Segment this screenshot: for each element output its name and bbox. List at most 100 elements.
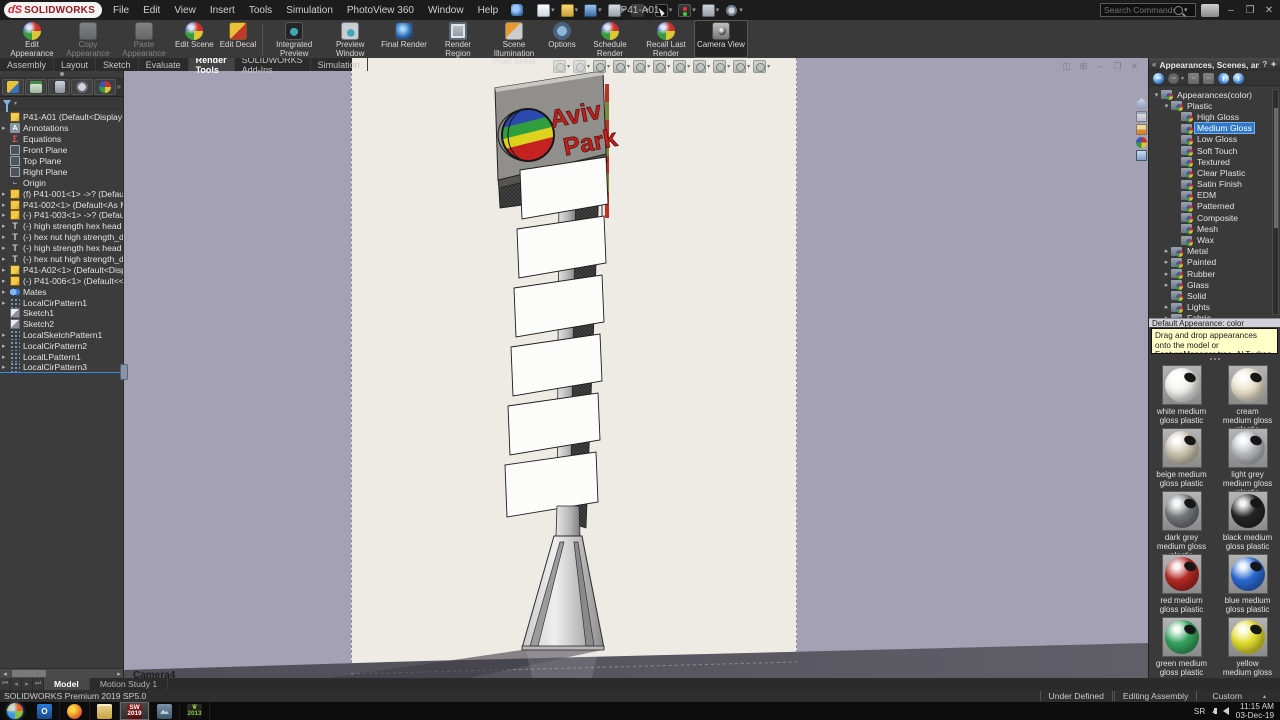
filter-icon[interactable] <box>3 100 11 106</box>
feature-tree-item[interactable]: ▸ Right Plane <box>0 166 123 177</box>
taskbar-app-2013[interactable]: ❦2013 <box>180 702 210 720</box>
feature-tree-item[interactable]: ▸ Mates <box>0 286 123 297</box>
menu-item[interactable]: View <box>167 5 203 16</box>
ribbon-button[interactable]: Scene Illumination Proof Sheet <box>486 20 542 58</box>
expand-arrow-icon[interactable] <box>1162 247 1171 255</box>
feature-tree-item[interactable]: ▸ Sketch1 <box>0 308 123 319</box>
viewport-window-button[interactable]: ◫ <box>1061 61 1072 72</box>
scroll-left-icon[interactable]: ◂ <box>0 670 10 678</box>
viewport-window-button[interactable]: ✕ <box>1129 61 1140 72</box>
graphics-viewport[interactable]: Aviv Park ▾▾▾▾▾▾▾▾▾▾▾ ◫⊞–❐✕ <box>124 58 1148 678</box>
ribbon-button[interactable]: Paste Appearance <box>116 20 172 58</box>
feature-tree-item[interactable]: ▸ LocalCirPattern2 <box>0 341 123 352</box>
search-dropdown-icon[interactable]: ▾ <box>1184 6 1188 14</box>
units-caret-icon[interactable]: ▴ <box>1263 693 1266 700</box>
model-tab[interactable]: Motion Study 1 <box>90 678 168 690</box>
taskbar-app-solidworks[interactable]: SW2019 <box>120 702 150 720</box>
menu-item[interactable]: Help <box>471 5 506 16</box>
appearance-tree-item[interactable]: Patterned <box>1149 201 1280 212</box>
ribbon-button[interactable]: Camera View <box>694 20 748 58</box>
panel-tabs-overflow-icon[interactable]: » <box>117 82 121 91</box>
taskbar-app-photos[interactable] <box>150 702 180 720</box>
search-commands-box[interactable]: ▾ <box>1100 3 1196 17</box>
appearance-tree-item[interactable]: Plastic <box>1149 100 1280 111</box>
feature-tree-item[interactable]: ▸ (-) hex nut high strength_din<268> ( <box>0 232 123 243</box>
expand-arrow-icon[interactable]: ▸ <box>2 288 10 296</box>
expand-arrow-icon[interactable]: ▸ <box>2 255 10 263</box>
ribbon-button[interactable]: Edit Decal <box>217 20 259 58</box>
model-tab[interactable]: Model <box>44 678 90 690</box>
appearance-swatch[interactable]: black medium gloss plastic <box>1222 491 1274 551</box>
expand-arrow-icon[interactable] <box>1162 281 1171 289</box>
up-level-icon[interactable] <box>1233 73 1244 84</box>
tab-scroll-left-icon[interactable]: ◂ <box>11 678 22 690</box>
hud-tool[interactable]: ▾ <box>633 60 650 73</box>
menu-item[interactable]: Tools <box>242 5 279 16</box>
expand-arrow-icon[interactable]: ▸ <box>2 244 10 252</box>
filter-dropdown-icon[interactable]: ▾ <box>14 100 17 107</box>
viewport-window-button[interactable]: – <box>1095 61 1106 72</box>
volume-icon[interactable] <box>1223 707 1229 715</box>
ribbon-button[interactable]: Preview Window <box>322 20 378 58</box>
expand-arrow-icon[interactable] <box>1162 270 1171 278</box>
tab-display-manager[interactable] <box>94 79 116 95</box>
command-tab[interactable]: Evaluate <box>139 58 189 71</box>
feature-tree-item[interactable]: ▸ LocalCirPattern1 <box>0 297 123 308</box>
appearance-swatch[interactable]: blue medium gloss plastic <box>1222 554 1274 614</box>
expand-arrow-icon[interactable]: ▸ <box>2 266 10 274</box>
expand-arrow-icon[interactable]: ▸ <box>2 124 10 132</box>
menu-item[interactable]: PhotoView 360 <box>340 5 421 16</box>
tab-property-manager[interactable] <box>25 79 47 95</box>
quick-access-button[interactable]: ▾ <box>535 2 557 18</box>
menu-item[interactable]: Insert <box>203 5 242 16</box>
tab-feature-manager[interactable] <box>2 79 24 95</box>
expand-arrow-icon[interactable]: ▸ <box>2 299 10 307</box>
viewport-window-button[interactable]: ⊞ <box>1078 61 1089 72</box>
hud-tool[interactable]: ▾ <box>573 60 590 73</box>
expand-arrow-icon[interactable] <box>1162 314 1171 318</box>
hud-tool[interactable]: ▾ <box>553 60 570 73</box>
feature-tree-item[interactable]: ▸ Annotations <box>0 123 123 134</box>
base-pedestal[interactable] <box>522 506 604 650</box>
design-library-icon[interactable] <box>1136 111 1147 122</box>
hud-tool[interactable]: ▾ <box>693 60 710 73</box>
pane-splitter-dots[interactable] <box>1149 355 1280 362</box>
taskbar-app-firefox[interactable] <box>60 702 90 720</box>
appearance-tree-item[interactable]: Mesh <box>1149 223 1280 234</box>
command-tab[interactable]: Sketch <box>96 58 139 71</box>
appearance-tree-item[interactable]: Low Gloss <box>1149 134 1280 145</box>
expand-arrow-icon[interactable] <box>1152 91 1161 99</box>
appearance-tree-item[interactable]: EDM <box>1149 190 1280 201</box>
forward-button[interactable] <box>1168 73 1179 84</box>
viewport-window-button[interactable]: ❐ <box>1112 61 1123 72</box>
feature-tree-item[interactable]: ▸ P41-A01 (Default<Display State-1>) <box>0 112 123 123</box>
ribbon-button[interactable]: Integrated Preview <box>266 20 322 58</box>
quick-access-button[interactable]: ▾ <box>700 2 722 18</box>
menu-item[interactable]: Window <box>421 5 471 16</box>
ribbon-button[interactable]: Edit Appearance <box>4 20 60 58</box>
appearance-tree-item[interactable]: Metal <box>1149 246 1280 257</box>
panel-splitter-handle[interactable] <box>120 364 128 380</box>
feature-tree-item[interactable]: ▸ (-) high strength hex head bolt_din< <box>0 221 123 232</box>
command-tab[interactable]: Simulation <box>311 58 368 71</box>
scroll-right-icon[interactable]: ▸ <box>114 670 124 678</box>
appearance-swatch[interactable]: beige medium gloss plastic <box>1156 428 1208 488</box>
expand-arrow-icon[interactable]: ▸ <box>2 222 10 230</box>
close-button[interactable]: ✕ <box>1262 5 1276 16</box>
view-palette-icon[interactable] <box>1136 124 1147 135</box>
tab-dimxpert-manager[interactable] <box>71 79 93 95</box>
login-icon[interactable] <box>1201 4 1219 17</box>
ribbon-button[interactable]: Recall Last Render <box>638 20 694 58</box>
expand-arrow-icon[interactable]: ▸ <box>2 201 10 209</box>
expand-arrow-icon[interactable]: ▸ <box>2 342 10 350</box>
units-selector[interactable]: Custom <box>1198 691 1256 701</box>
expand-arrow-icon[interactable]: ▸ <box>2 233 10 241</box>
command-tab[interactable]: Layout <box>54 58 96 71</box>
ribbon-button[interactable]: Render Region <box>430 20 486 58</box>
appearance-tree-item[interactable]: Fabric <box>1149 313 1280 318</box>
back-button[interactable] <box>1153 73 1164 84</box>
expand-arrow-icon[interactable]: ▸ <box>2 277 10 285</box>
appearance-tree-item[interactable]: High Gloss <box>1149 111 1280 122</box>
custom-properties-icon[interactable] <box>1136 150 1147 161</box>
language-indicator[interactable]: SR <box>1194 707 1205 716</box>
